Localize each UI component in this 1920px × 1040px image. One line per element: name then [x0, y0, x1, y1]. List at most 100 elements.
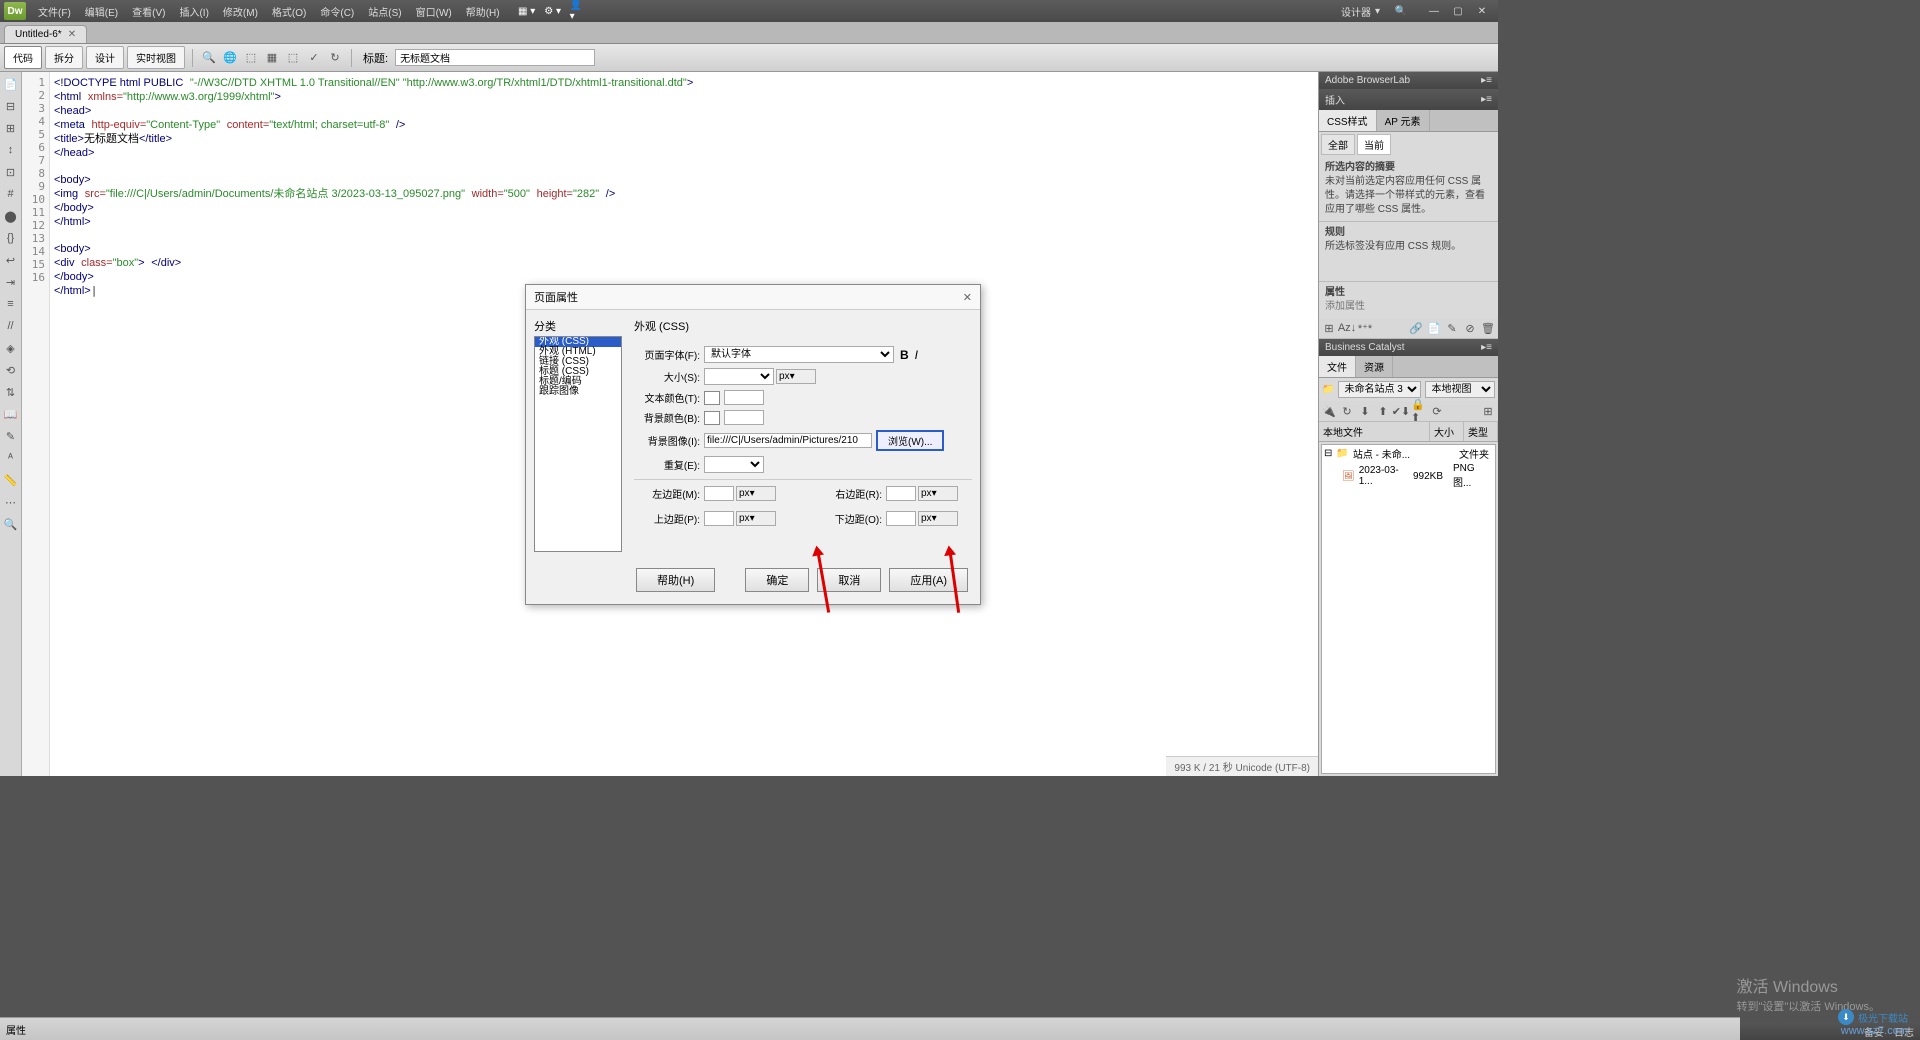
- tab-ap-elements[interactable]: AP 元素: [1377, 110, 1430, 131]
- collapse-icon[interactable]: ▸≡: [1481, 75, 1492, 86]
- book-icon[interactable]: 📖: [3, 406, 19, 422]
- preview-icon[interactable]: ▦: [263, 49, 281, 67]
- top-margin-input[interactable]: [704, 511, 734, 526]
- document-title-input[interactable]: [395, 49, 595, 66]
- refresh-files-icon[interactable]: ↻: [1339, 403, 1355, 419]
- cat-tracing-image[interactable]: 跟踪图像: [535, 387, 621, 397]
- bottom-margin-input[interactable]: [886, 511, 916, 526]
- tab-css-styles[interactable]: CSS样式: [1319, 110, 1377, 131]
- minimize-icon[interactable]: —: [1422, 2, 1446, 20]
- syntax-icon[interactable]: {}: [3, 230, 19, 246]
- tab-assets[interactable]: 资源: [1356, 356, 1393, 377]
- trash-icon[interactable]: 🗑: [1480, 320, 1496, 336]
- business-catalyst-header[interactable]: Business Catalyst ▸≡: [1319, 339, 1498, 356]
- snippet-icon[interactable]: ◈: [3, 340, 19, 356]
- left-margin-unit[interactable]: px ▾: [736, 486, 776, 501]
- browserlab-panel-header[interactable]: Adobe BrowserLab ▸≡: [1319, 72, 1498, 89]
- font-select[interactable]: 默认字体: [704, 346, 894, 363]
- comment-icon[interactable]: //: [3, 318, 19, 334]
- view-select[interactable]: 本地视图: [1425, 381, 1495, 398]
- right-margin-input[interactable]: [886, 486, 916, 501]
- tab-files[interactable]: 文件: [1319, 356, 1356, 377]
- css-current-button[interactable]: 当前: [1357, 134, 1391, 155]
- select-parent-icon[interactable]: ↕: [3, 142, 19, 158]
- close-icon[interactable]: ✕: [1470, 2, 1494, 20]
- category-listbox[interactable]: 外观 (CSS) 外观 (HTML) 链接 (CSS) 标题 (CSS) 标题/…: [534, 336, 622, 552]
- workspace-label[interactable]: 设计器: [1341, 4, 1371, 19]
- view-code-button[interactable]: 代码: [4, 46, 42, 69]
- top-margin-unit[interactable]: px ▾: [736, 511, 776, 526]
- view-live-button[interactable]: 实时视图: [127, 46, 185, 69]
- collapse-icon[interactable]: ▸≡: [1481, 342, 1492, 353]
- size-select[interactable]: [704, 368, 774, 385]
- text-color-picker[interactable]: [704, 391, 720, 405]
- link-icon[interactable]: 🔗: [1408, 320, 1424, 336]
- indent-icon[interactable]: ⇥: [3, 274, 19, 290]
- add-property-link[interactable]: 添加属性: [1325, 301, 1365, 312]
- check-icon[interactable]: ✓: [305, 49, 323, 67]
- file-row[interactable]: 🖼 2023-03-1... 992KB PNG 图...: [1322, 462, 1495, 490]
- gear-icon[interactable]: ⚙ ▾: [544, 3, 562, 19]
- code-nav-icon[interactable]: ⬚: [284, 49, 302, 67]
- expand-icon[interactable]: ⊞: [3, 120, 19, 136]
- misc-icon[interactable]: ⋯: [3, 494, 19, 510]
- menu-insert[interactable]: 插入(I): [173, 2, 214, 21]
- globe-icon[interactable]: 🌐: [221, 49, 239, 67]
- menu-site[interactable]: 站点(S): [362, 2, 407, 21]
- size-unit[interactable]: px ▾: [776, 369, 816, 384]
- edit-icon[interactable]: ✎: [1444, 320, 1460, 336]
- sync-icon[interactable]: ⟳: [1429, 403, 1445, 419]
- collapse-icon[interactable]: ⊟: [3, 98, 19, 114]
- live-code-icon[interactable]: ⬚: [242, 49, 260, 67]
- format-icon[interactable]: ≡: [3, 296, 19, 312]
- bottom-margin-unit[interactable]: px ▾: [918, 511, 958, 526]
- ascending-icon[interactable]: Aᴢ↓: [1339, 320, 1355, 336]
- menu-window[interactable]: 窗口(W): [410, 2, 458, 21]
- italic-icon[interactable]: I: [915, 348, 918, 362]
- document-tab[interactable]: Untitled-6* ✕: [4, 25, 87, 43]
- menu-file[interactable]: 文件(F): [32, 2, 77, 21]
- insert-panel-header[interactable]: 插入 ▸≡: [1319, 89, 1498, 110]
- collapse-icon[interactable]: ▸≡: [1481, 94, 1492, 105]
- user-icon[interactable]: 👤 ▾: [570, 3, 588, 19]
- word-wrap-icon[interactable]: ↩: [3, 252, 19, 268]
- menu-format[interactable]: 格式(O): [266, 2, 312, 21]
- connect-icon[interactable]: 🔌: [1321, 403, 1337, 419]
- layout-icon[interactable]: ▦ ▾: [518, 3, 536, 19]
- menu-view[interactable]: 查看(V): [126, 2, 171, 21]
- chevron-down-icon[interactable]: ▾: [1375, 6, 1380, 17]
- checkout-icon[interactable]: ✔⬇: [1393, 403, 1409, 419]
- new-rule-icon[interactable]: 📄: [1426, 320, 1442, 336]
- file-tree[interactable]: ⊟ 📁 站点 - 未命... 文件夹 🖼 2023-03-1... 992KB …: [1321, 444, 1496, 774]
- abc-icon[interactable]: ᴬ: [3, 450, 19, 466]
- dialog-close-icon[interactable]: ✕: [963, 291, 972, 304]
- cancel-button[interactable]: 取消: [817, 568, 881, 592]
- menu-help[interactable]: 帮助(H): [460, 2, 506, 21]
- search-tool-icon[interactable]: 🔍: [3, 516, 19, 532]
- balance-icon[interactable]: ⊡: [3, 164, 19, 180]
- left-margin-input[interactable]: [704, 486, 734, 501]
- site-select[interactable]: 未命名站点 3: [1338, 381, 1421, 398]
- ruler-icon[interactable]: 📏: [3, 472, 19, 488]
- browse-button[interactable]: 浏览(W)...: [876, 430, 944, 451]
- bold-icon[interactable]: B: [900, 348, 909, 362]
- pencil-icon[interactable]: ✎: [3, 428, 19, 444]
- menu-edit[interactable]: 编辑(E): [79, 2, 124, 21]
- expand-files-icon[interactable]: ⊞: [1480, 403, 1496, 419]
- menu-modify[interactable]: 修改(M): [217, 2, 264, 21]
- recent-icon[interactable]: ⟲: [3, 362, 19, 378]
- css-all-button[interactable]: 全部: [1321, 134, 1355, 155]
- bg-image-input[interactable]: [704, 433, 872, 448]
- set-icon[interactable]: *⁺*: [1357, 320, 1373, 336]
- bg-color-picker[interactable]: [704, 411, 720, 425]
- view-design-button[interactable]: 设计: [86, 46, 124, 69]
- line-numbers-icon[interactable]: #: [3, 186, 19, 202]
- put-icon[interactable]: ⬆: [1375, 403, 1391, 419]
- ok-button[interactable]: 确定: [745, 568, 809, 592]
- inspect-icon[interactable]: 🔍: [200, 49, 218, 67]
- properties-panel[interactable]: 属性: [0, 1017, 1740, 1040]
- disable-icon[interactable]: ⊘: [1462, 320, 1478, 336]
- help-button[interactable]: 帮助(H): [636, 568, 715, 592]
- right-margin-unit[interactable]: px ▾: [918, 486, 958, 501]
- menu-commands[interactable]: 命令(C): [314, 2, 360, 21]
